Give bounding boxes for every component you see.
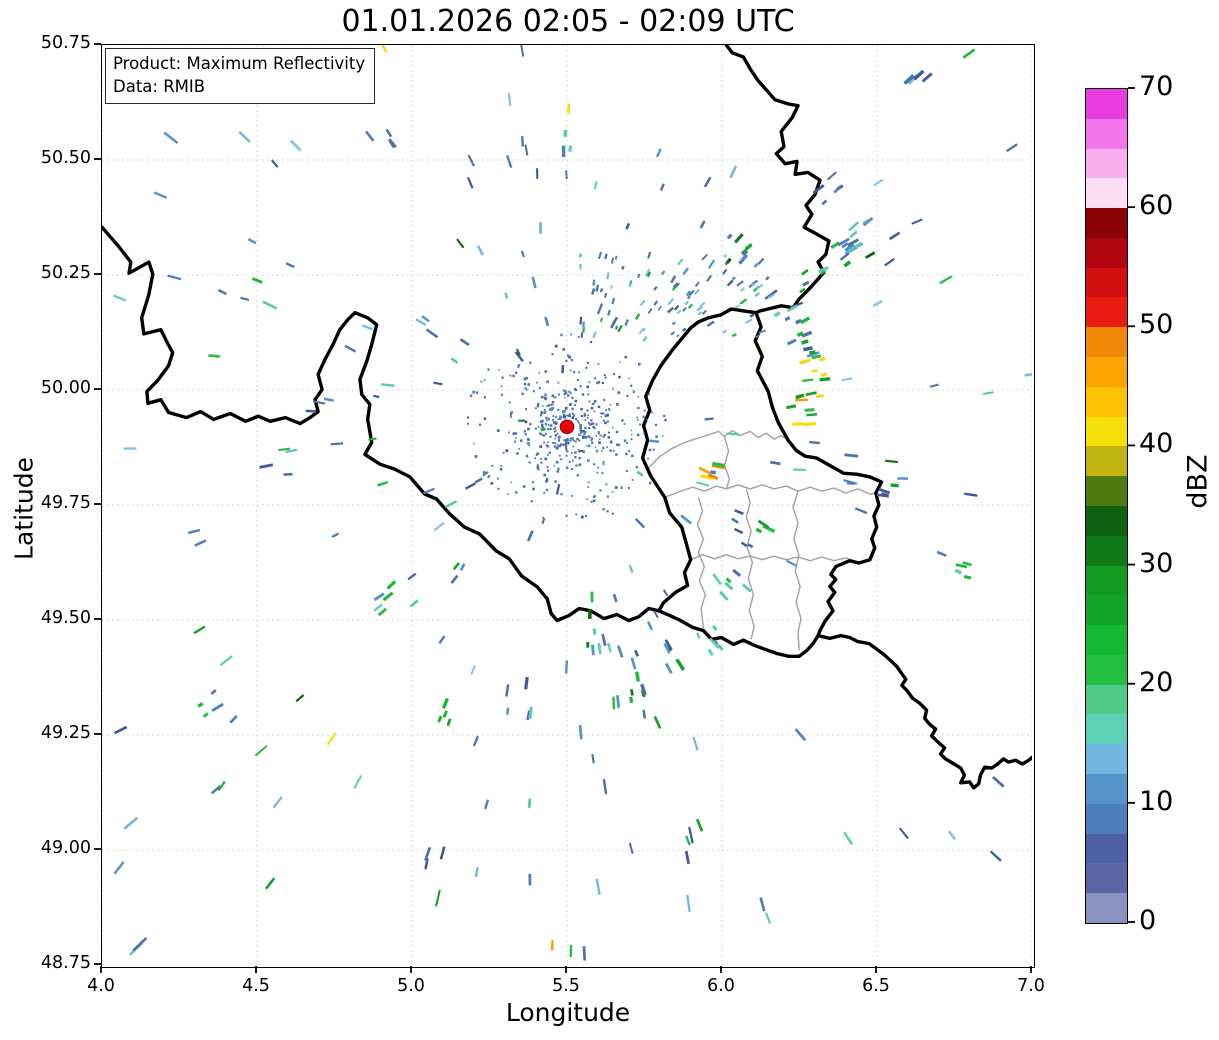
y-tick-label: 49.00 xyxy=(27,838,91,858)
y-tick-label: 49.25 xyxy=(27,723,91,743)
colorbar-segment xyxy=(1086,685,1127,715)
colorbar-segment xyxy=(1086,89,1127,119)
colorbar-segment xyxy=(1086,268,1127,298)
colorbar xyxy=(1085,88,1128,924)
colorbar-segment xyxy=(1086,834,1127,864)
colorbar-label: dBZ xyxy=(1183,437,1214,527)
product-info-box: Product: Maximum Reflectivity Data: RMIB xyxy=(105,48,375,104)
colorbar-tick-label: 20 xyxy=(1139,667,1173,698)
map-canvas xyxy=(102,45,1032,965)
colorbar-segment xyxy=(1086,655,1127,685)
colorbar-segment xyxy=(1086,149,1127,179)
colorbar-segment xyxy=(1086,536,1127,566)
y-tick-label: 50.75 xyxy=(27,33,91,53)
colorbar-segment xyxy=(1086,506,1127,536)
y-tick-label: 50.00 xyxy=(27,378,91,398)
colorbar-segment xyxy=(1086,804,1127,834)
colorbar-segment xyxy=(1086,893,1127,923)
x-tick-label: 6.5 xyxy=(846,976,906,996)
colorbar-segment xyxy=(1086,387,1127,417)
x-tick-label: 7.0 xyxy=(1001,976,1061,996)
y-tick-label: 49.50 xyxy=(27,608,91,628)
y-tick-label: 50.50 xyxy=(27,148,91,168)
radar-site-marker xyxy=(560,420,574,434)
y-tick-label: 48.75 xyxy=(27,953,91,973)
colorbar-segment xyxy=(1086,417,1127,447)
colorbar-segment xyxy=(1086,238,1127,268)
figure-title: 01.01.2026 02:05 - 02:09 UTC xyxy=(101,4,1035,39)
colorbar-tick-label: 0 xyxy=(1139,905,1156,936)
colorbar-segment xyxy=(1086,327,1127,357)
y-tick-label: 49.75 xyxy=(27,493,91,513)
colorbar-segment xyxy=(1086,714,1127,744)
x-tick-label: 4.5 xyxy=(226,976,286,996)
plot-area: Product: Maximum Reflectivity Data: RMIB xyxy=(101,44,1035,968)
colorbar-segment xyxy=(1086,476,1127,506)
colorbar-tick-label: 30 xyxy=(1139,548,1173,579)
data-source-label: Data: RMIB xyxy=(113,75,365,98)
colorbar-segment xyxy=(1086,178,1127,208)
x-tick-label: 6.0 xyxy=(691,976,751,996)
x-tick-label: 4.0 xyxy=(71,976,131,996)
colorbar-tick-label: 60 xyxy=(1139,190,1173,221)
colorbar-segment xyxy=(1086,863,1127,893)
colorbar-tick-label: 10 xyxy=(1139,786,1173,817)
colorbar-segment xyxy=(1086,446,1127,476)
colorbar-segment xyxy=(1086,595,1127,625)
colorbar-tick-label: 70 xyxy=(1139,71,1173,102)
x-tick-label: 5.0 xyxy=(381,976,441,996)
y-tick-label: 50.25 xyxy=(27,263,91,283)
colorbar-tick-label: 40 xyxy=(1139,428,1173,459)
colorbar-segment xyxy=(1086,357,1127,387)
colorbar-tick-label: 50 xyxy=(1139,309,1173,340)
colorbar-segment xyxy=(1086,566,1127,596)
colorbar-segment xyxy=(1086,297,1127,327)
colorbar-segment xyxy=(1086,625,1127,655)
product-label: Product: Maximum Reflectivity xyxy=(113,52,365,75)
colorbar-segment xyxy=(1086,744,1127,774)
x-tick-label: 5.5 xyxy=(536,976,596,996)
radar-figure: 01.01.2026 02:05 - 02:09 UTC Product: Ma… xyxy=(0,0,1219,1040)
colorbar-segment xyxy=(1086,208,1127,238)
colorbar-segment xyxy=(1086,774,1127,804)
x-axis-label: Longitude xyxy=(101,998,1035,1027)
colorbar-segment xyxy=(1086,119,1127,149)
